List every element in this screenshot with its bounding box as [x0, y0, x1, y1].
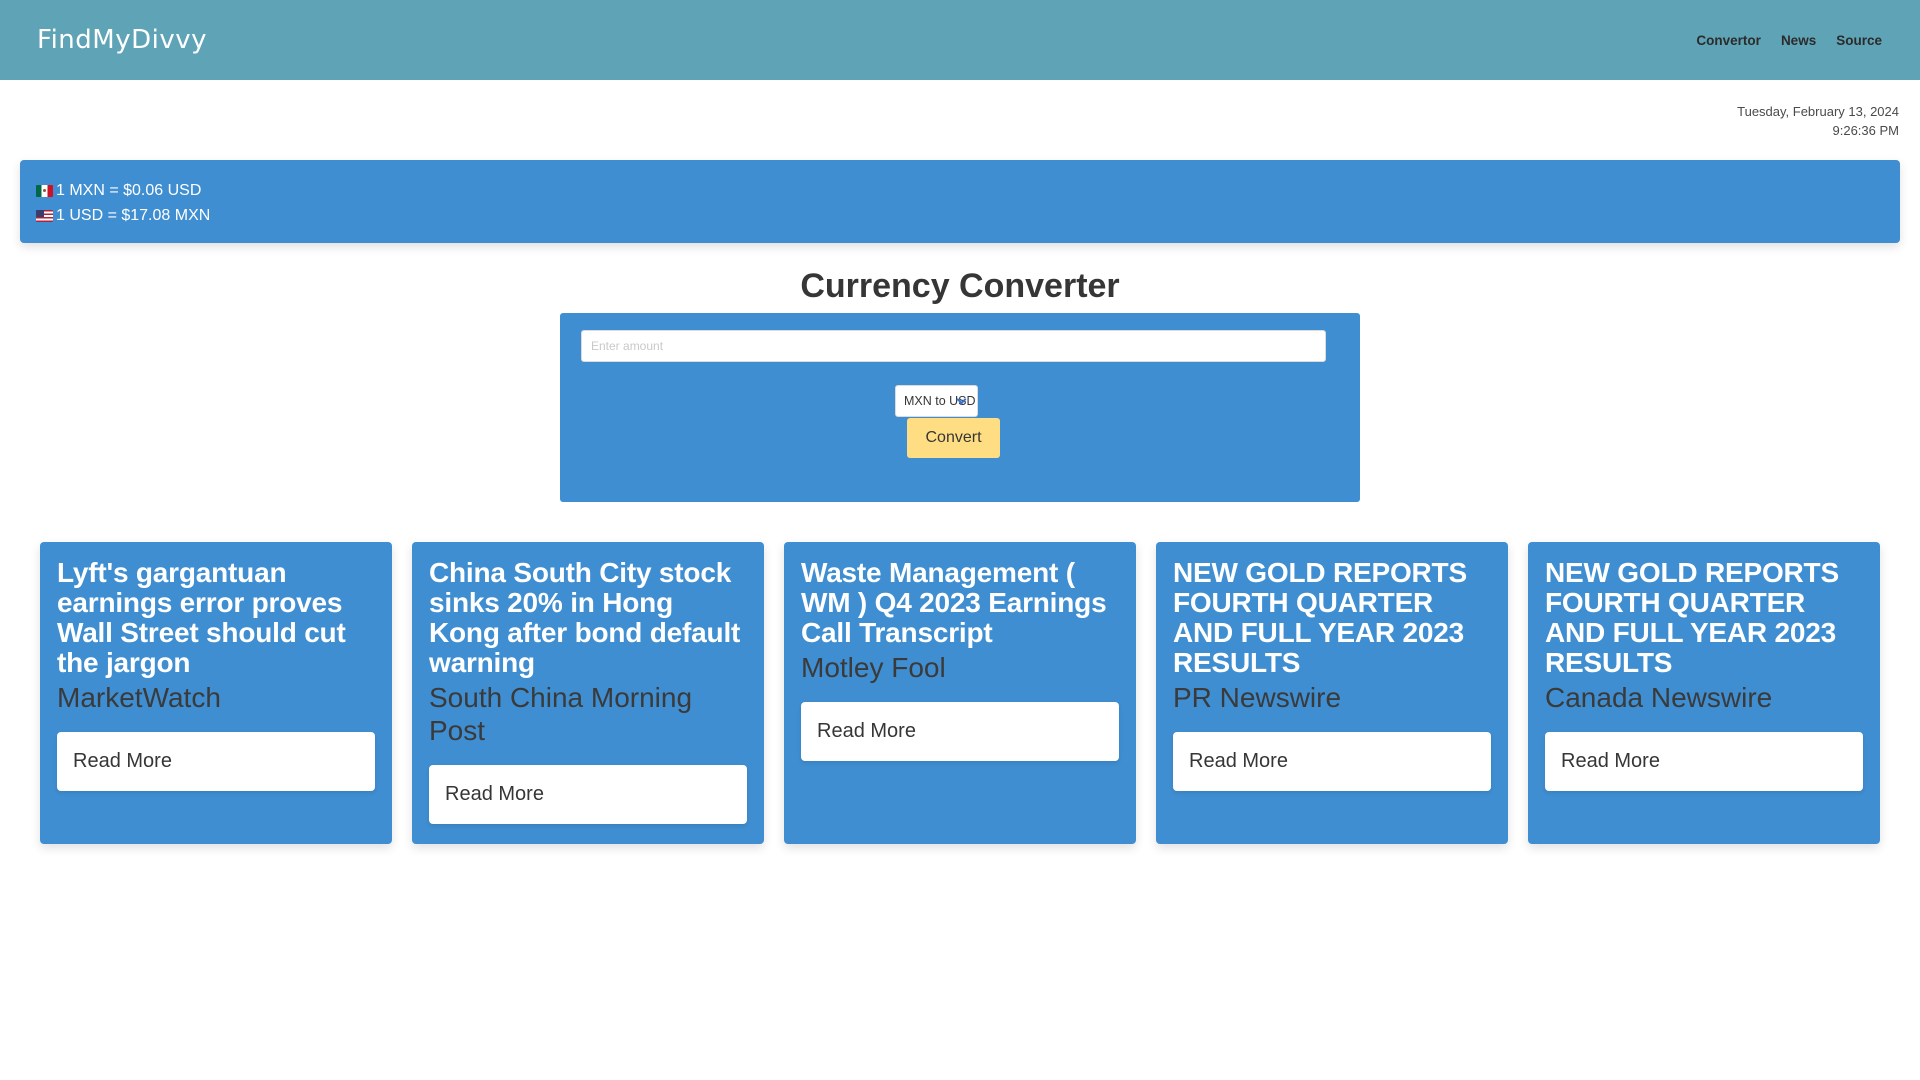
read-more-button[interactable]: Read More [57, 732, 375, 791]
exchange-rates-banner: 1 MXN = $0.06 USD 1 USD = $17.08 MXN [20, 160, 1900, 243]
current-time: 9:26:36 PM [1832, 123, 1900, 138]
news-source: PR Newswire [1173, 682, 1342, 713]
nav-link-source[interactable]: Source [1836, 33, 1882, 48]
convert-button[interactable]: Convert [907, 418, 1000, 458]
news-card: Lyft's gargantuan earnings error proves … [40, 542, 392, 844]
read-more-button[interactable]: Read More [1173, 732, 1491, 791]
news-title: China South City stock sinks 20% in Hong… [429, 557, 741, 678]
news-card: China South City stock sinks 20% in Hong… [412, 542, 764, 844]
news-card: NEW GOLD REPORTS FOURTH QUARTER AND FULL… [1528, 542, 1880, 844]
us-flag-icon [36, 209, 53, 222]
nav-link-news[interactable]: News [1781, 33, 1816, 48]
rate-usd-mxn: 1 USD = $17.08 MXN [36, 203, 1884, 228]
current-date: Tuesday, February 13, 2024 [1737, 104, 1899, 119]
converter-panel: MXN to USD Convert [560, 313, 1360, 502]
amount-input[interactable] [581, 330, 1326, 362]
news-title: NEW GOLD REPORTS FOURTH QUARTER AND FULL… [1173, 557, 1467, 678]
news-title: Waste Management ( WM ) Q4 2023 Earnings… [801, 557, 1107, 648]
read-more-button[interactable]: Read More [1545, 732, 1863, 791]
datetime: Tuesday, February 13, 2024 9:26:36 PM [1737, 102, 1899, 140]
rate-mxn-usd: 1 MXN = $0.06 USD [36, 178, 1884, 203]
news-cards: Lyft's gargantuan earnings error proves … [40, 542, 1880, 844]
brand-logo[interactable]: FindMyDivvy [37, 25, 207, 55]
news-title: Lyft's gargantuan earnings error proves … [57, 557, 346, 678]
nav-links: Convertor News Source [1676, 33, 1882, 48]
read-more-button[interactable]: Read More [429, 765, 747, 824]
rate-usd-mxn-text: 1 USD = $17.08 MXN [56, 207, 211, 224]
news-source: South China Morning Post [429, 682, 693, 746]
rate-mxn-usd-text: 1 MXN = $0.06 USD [56, 182, 202, 199]
mexico-flag-icon [36, 184, 53, 197]
news-source: Motley Fool [801, 652, 946, 683]
nav-link-convertor[interactable]: Convertor [1696, 33, 1761, 48]
news-title: NEW GOLD REPORTS FOURTH QUARTER AND FULL… [1545, 557, 1839, 678]
news-card: NEW GOLD REPORTS FOURTH QUARTER AND FULL… [1156, 542, 1508, 844]
news-source: MarketWatch [57, 682, 221, 713]
direction-select[interactable]: MXN to USD [895, 385, 978, 417]
read-more-button[interactable]: Read More [801, 702, 1119, 761]
news-source: Canada Newswire [1545, 682, 1773, 713]
news-card: Waste Management ( WM ) Q4 2023 Earnings… [784, 542, 1136, 844]
navbar: FindMyDivvy Convertor News Source [0, 0, 1920, 80]
converter-title: Currency Converter [800, 267, 1120, 305]
